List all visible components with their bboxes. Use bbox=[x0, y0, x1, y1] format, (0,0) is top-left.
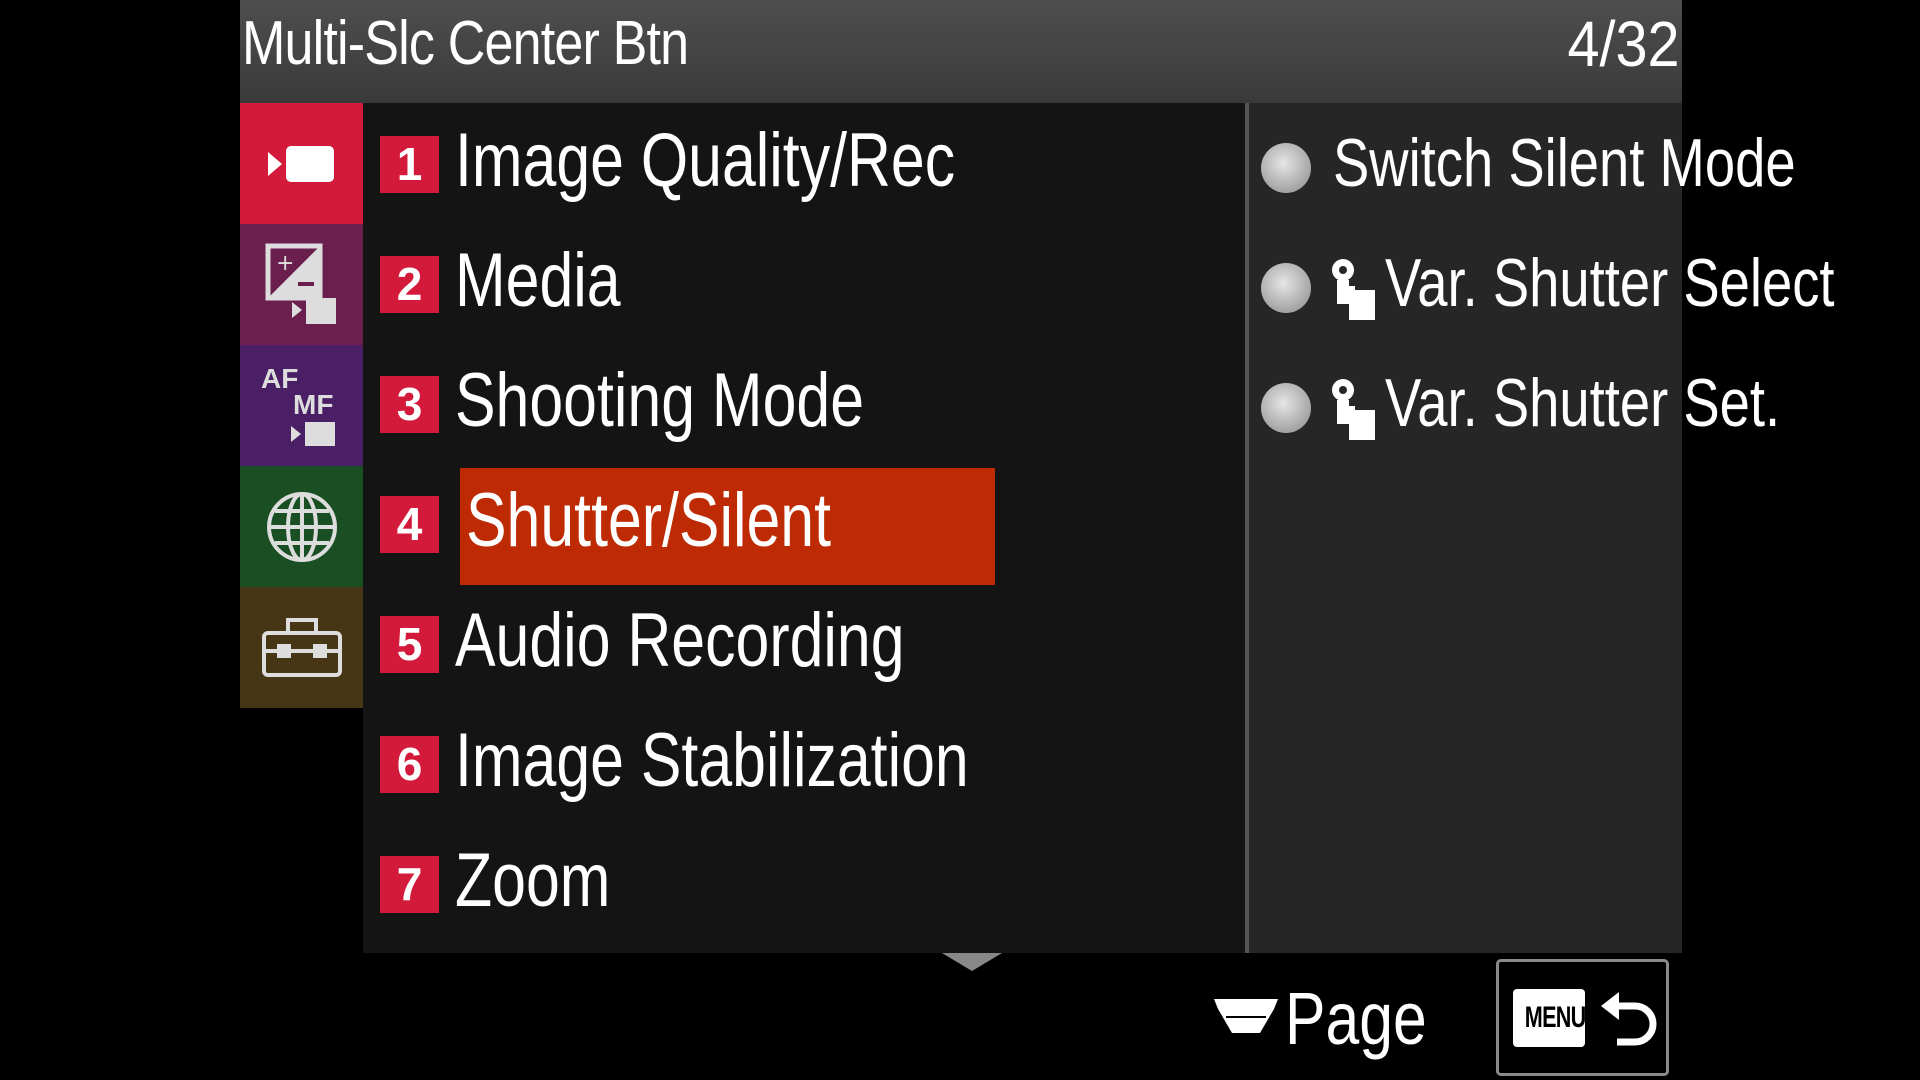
af-mf-movie-icon: AF MF bbox=[259, 360, 345, 452]
category-tab-network[interactable] bbox=[240, 466, 363, 587]
movie-camera-icon bbox=[267, 142, 336, 186]
option-item[interactable]: Switch Silent Mode bbox=[1249, 103, 1796, 223]
option-label: Switch Silent Mode bbox=[1333, 125, 1796, 201]
page-indicator: 4/32 bbox=[1567, 8, 1680, 80]
option-label: Var. Shutter Select bbox=[1385, 245, 1835, 321]
category-tab-setup[interactable] bbox=[240, 587, 363, 708]
category-tabs: + AF MF bbox=[240, 103, 363, 709]
menu-item-number: 2 bbox=[380, 256, 439, 313]
page-title: Multi-Slc Center Btn bbox=[242, 9, 689, 78]
menu-item[interactable]: 1 Image Quality/Rec bbox=[363, 103, 997, 222]
menu-item-number: 5 bbox=[380, 616, 439, 673]
svg-text:MF: MF bbox=[293, 389, 333, 420]
category-tab-movie-shooting[interactable] bbox=[240, 103, 363, 224]
menu-item-label: Zoom bbox=[455, 838, 611, 923]
menu-item-label: Shooting Mode bbox=[455, 358, 865, 443]
custom-key-icon bbox=[1327, 376, 1377, 447]
menu-item-label: Media bbox=[455, 238, 621, 323]
camera-menu-screen: Multi-Slc Center Btn 4/32 + AF MF 1 Imag… bbox=[240, 0, 1835, 1080]
page-dial-icon bbox=[1214, 999, 1278, 1033]
menu-item-number: 3 bbox=[380, 376, 439, 433]
menu-item-label: Image Quality/Rec bbox=[455, 118, 956, 203]
category-tab-focus[interactable]: AF MF bbox=[240, 345, 363, 466]
radio-button[interactable] bbox=[1261, 263, 1311, 313]
menu-item[interactable]: 3 Shooting Mode bbox=[363, 343, 997, 462]
return-arrow-icon bbox=[1599, 986, 1659, 1055]
menu-item-label: Image Stabilization bbox=[455, 718, 969, 803]
menu-back-button[interactable]: MENU bbox=[1496, 959, 1669, 1076]
menu-key: MENU bbox=[1513, 989, 1586, 1047]
radio-button[interactable] bbox=[1261, 383, 1311, 433]
globe-icon bbox=[264, 489, 340, 565]
title-bar: Multi-Slc Center Btn 4/32 bbox=[240, 0, 1682, 103]
menu-item[interactable]: 2 Media bbox=[363, 223, 997, 342]
menu-item-label: Audio Recording bbox=[455, 598, 905, 683]
menu-list: 1 Image Quality/Rec 2 Media 3 Shooting M… bbox=[363, 103, 1245, 953]
scroll-down-indicator bbox=[942, 953, 1002, 971]
category-tab-exposure[interactable]: + bbox=[240, 224, 363, 345]
exposure-movie-icon: + bbox=[262, 240, 342, 330]
menu-item-number: 7 bbox=[380, 856, 439, 913]
menu-item-number: 1 bbox=[380, 136, 439, 193]
menu-item[interactable]: 6 Image Stabilization bbox=[363, 703, 997, 822]
svg-text:+: + bbox=[276, 251, 294, 276]
page-label: Page bbox=[1285, 977, 1427, 1060]
custom-key-icon bbox=[1327, 256, 1377, 327]
toolbox-icon bbox=[261, 617, 343, 679]
options-panel: Switch Silent Mode Var. Shutter Select V… bbox=[1249, 103, 1835, 953]
menu-item-label: Shutter/Silent bbox=[466, 478, 832, 563]
radio-button[interactable] bbox=[1261, 143, 1311, 193]
menu-item-selected[interactable]: 4 Shutter/Silent bbox=[363, 463, 997, 585]
menu-item[interactable]: 7 Zoom bbox=[363, 823, 997, 942]
menu-item-number: 4 bbox=[380, 496, 439, 553]
option-label: Var. Shutter Set. bbox=[1385, 365, 1781, 441]
menu-item[interactable]: 5 Audio Recording bbox=[363, 583, 997, 702]
option-item[interactable]: Var. Shutter Set. bbox=[1249, 343, 1780, 463]
menu-item-number: 6 bbox=[380, 736, 439, 793]
option-item[interactable]: Var. Shutter Select bbox=[1249, 223, 1835, 343]
